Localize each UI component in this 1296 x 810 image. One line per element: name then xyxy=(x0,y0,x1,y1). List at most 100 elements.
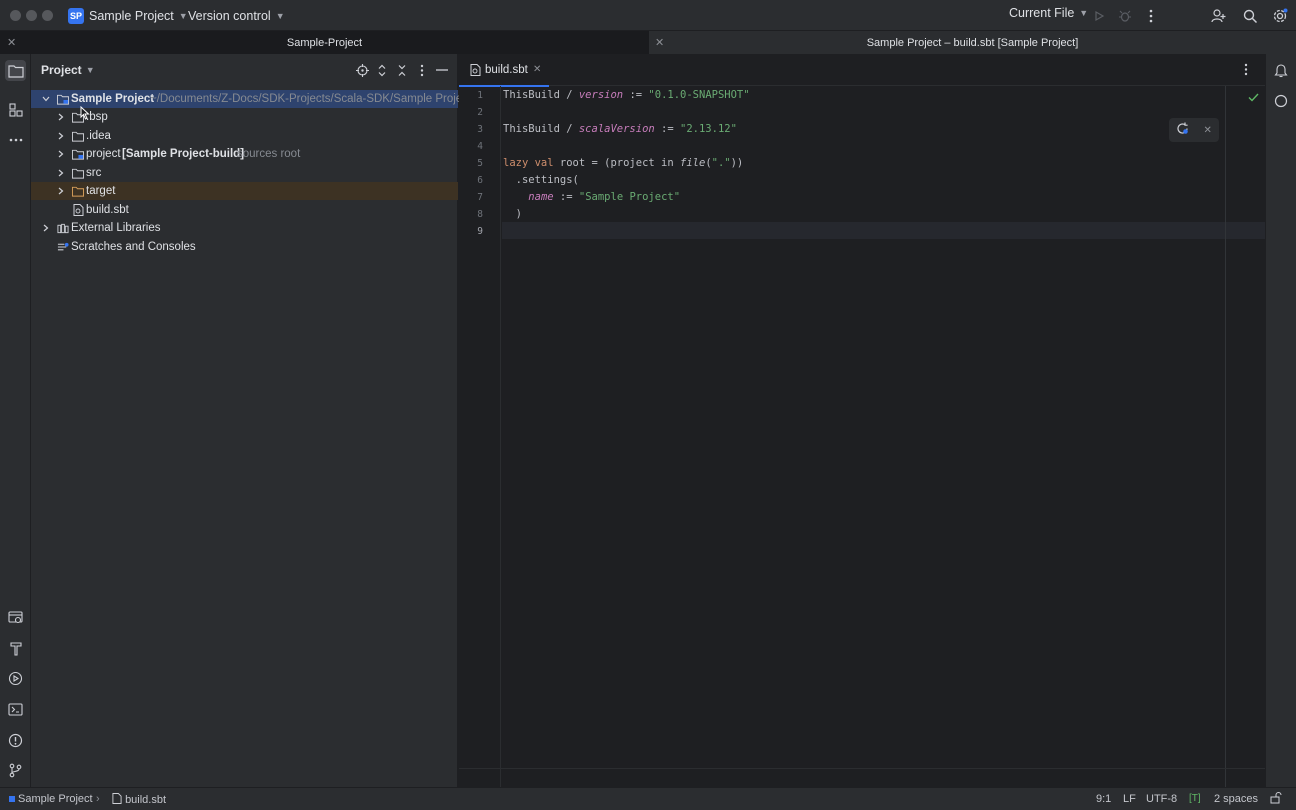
locate-file-icon[interactable] xyxy=(354,62,370,78)
tree-row-external-libraries[interactable]: External Libraries xyxy=(31,219,458,237)
sbt-file-icon xyxy=(72,204,84,216)
chevron-right-icon[interactable] xyxy=(56,132,66,140)
expand-all-icon[interactable] xyxy=(374,62,390,78)
tree-label: src xyxy=(86,167,102,179)
tree-row-idea[interactable]: .idea xyxy=(31,127,458,145)
indent-setting[interactable]: 2 spaces xyxy=(1214,793,1258,805)
tree-row-build-sbt[interactable]: build.sbt xyxy=(31,201,458,219)
code-line-7[interactable]: name := "Sample Project" xyxy=(503,191,680,203)
tree-hint: sources root xyxy=(237,148,301,160)
code-line-6[interactable]: .settings( xyxy=(503,174,579,186)
add-user-icon[interactable] xyxy=(1210,7,1228,25)
build-hammer-icon[interactable] xyxy=(5,638,26,659)
file-encoding[interactable]: UTF-8 xyxy=(1146,793,1177,805)
chevron-right-icon[interactable] xyxy=(56,113,66,121)
close-icon[interactable]: ✕ xyxy=(533,64,541,75)
tree-row-target[interactable]: target xyxy=(31,182,458,200)
scratches-icon xyxy=(57,241,69,253)
terminal-icon[interactable] xyxy=(5,699,26,720)
module-folder-icon xyxy=(57,93,69,105)
tree-row-src[interactable]: src xyxy=(31,164,458,182)
line-number: 6 xyxy=(477,175,483,186)
close-icon[interactable]: ✕ xyxy=(7,36,16,49)
close-icon[interactable]: ✕ xyxy=(1203,125,1211,136)
project-switcher[interactable]: SP Sample Project ▼ xyxy=(68,6,188,25)
run-config-label: Current File xyxy=(1009,6,1075,20)
debug-icon[interactable] xyxy=(1116,7,1134,25)
sbt-reload-toolbar: ✕ xyxy=(1169,118,1219,142)
chevron-down-icon: ▼ xyxy=(1079,8,1089,18)
window-tab-sample-project[interactable]: ✕ Sample-Project xyxy=(0,31,649,54)
run-config-selector[interactable]: Current File ▼ xyxy=(1009,6,1088,20)
window-close-button[interactable] xyxy=(10,10,21,21)
close-icon[interactable]: ✕ xyxy=(655,36,664,49)
tree-label: target xyxy=(86,185,116,197)
breadcrumb-file[interactable]: build.sbt xyxy=(112,793,166,806)
no-problems-check-icon[interactable] xyxy=(1248,91,1259,105)
project-panel-header: Project ▼ xyxy=(31,54,458,86)
right-tool-strip xyxy=(1265,54,1296,787)
line-number: 2 xyxy=(477,107,483,118)
more-vertical-icon[interactable] xyxy=(1244,63,1248,79)
code-line-5[interactable]: lazy val root = (project in file(".")) xyxy=(503,157,743,169)
chevron-right-icon[interactable] xyxy=(56,187,66,195)
window-minimize-button[interactable] xyxy=(26,10,37,21)
caret-position[interactable]: 9:1 xyxy=(1096,793,1111,805)
more-vertical-icon[interactable] xyxy=(1142,7,1160,25)
window-tabs: ✕ Sample-Project ✕ Sample Project – buil… xyxy=(0,31,1296,54)
project-panel-title: Project xyxy=(41,63,82,77)
window-tab-label: Sample-Project xyxy=(286,36,363,49)
tree-row-scratches[interactable]: Scratches and Consoles xyxy=(31,238,458,256)
line-number-gutter[interactable]: 1 2 3 4 5 6 7 8 9 xyxy=(459,86,501,787)
folder-icon xyxy=(72,130,84,142)
hide-panel-icon[interactable] xyxy=(434,62,450,78)
chevron-right-icon[interactable] xyxy=(41,224,51,232)
search-icon[interactable] xyxy=(1241,7,1259,25)
tree-label: Scratches and Consoles xyxy=(71,241,196,253)
tree-row-bsp[interactable]: .bsp xyxy=(31,108,458,126)
module-icon xyxy=(9,796,15,802)
tree-label: build.sbt xyxy=(86,204,129,216)
more-horizontal-icon[interactable] xyxy=(5,129,26,150)
project-folder-icon[interactable] xyxy=(5,60,26,81)
chevron-right-icon[interactable] xyxy=(56,150,66,158)
sbt-file-icon xyxy=(470,64,481,79)
editor-tabs: build.sbt ✕ xyxy=(459,54,1265,87)
git-branch-icon[interactable] xyxy=(5,760,26,781)
reload-sbt-icon[interactable] xyxy=(1176,122,1189,138)
code-line-1[interactable]: ThisBuild / version := "0.1.0-SNAPSHOT" xyxy=(503,89,750,101)
readonly-lock-icon[interactable] xyxy=(1270,792,1282,807)
run-icon[interactable] xyxy=(1090,7,1108,25)
structure-icon[interactable] xyxy=(5,99,26,120)
more-vertical-icon[interactable] xyxy=(414,62,430,78)
window-tab-build-sbt[interactable]: ✕ Sample Project – build.sbt [Sample Pro… xyxy=(649,31,1296,54)
project-view-selector[interactable]: Project ▼ xyxy=(41,63,95,77)
left-tool-strip xyxy=(0,54,31,787)
excluded-folder-icon xyxy=(72,185,84,197)
chevron-right-icon[interactable] xyxy=(56,169,66,177)
problems-icon[interactable] xyxy=(5,730,26,751)
code-line-8[interactable]: ) xyxy=(503,208,522,220)
services-icon[interactable] xyxy=(5,607,26,628)
module-folder-icon xyxy=(72,148,84,160)
collapse-all-icon[interactable] xyxy=(394,62,410,78)
code-line-3[interactable]: ThisBuild / scalaVersion := "2.13.12" xyxy=(503,123,737,135)
settings-gear-icon[interactable] xyxy=(1271,7,1289,25)
notifications-bell-icon[interactable] xyxy=(1274,63,1288,81)
type-aware-highlighting-icon[interactable]: [T] xyxy=(1189,793,1201,804)
vcs-widget[interactable]: Version control ▼ xyxy=(188,6,285,25)
window-zoom-button[interactable] xyxy=(42,10,53,21)
horizontal-scrollbar[interactable] xyxy=(459,768,1265,787)
line-separator[interactable]: LF xyxy=(1123,793,1136,805)
tree-row-project-build[interactable]: project [Sample Project-build] sources r… xyxy=(31,145,458,163)
breadcrumb-separator-icon: › xyxy=(96,793,100,805)
ai-assistant-icon[interactable] xyxy=(1274,94,1288,111)
run-services-icon[interactable] xyxy=(5,668,26,689)
breadcrumb-project[interactable]: Sample Project xyxy=(9,793,93,805)
line-number: 8 xyxy=(477,209,483,220)
chevron-down-icon[interactable] xyxy=(41,96,51,102)
current-line-highlight xyxy=(502,222,1265,239)
editor-tab-build-sbt[interactable]: build.sbt ✕ xyxy=(459,54,549,87)
tree-label: .idea xyxy=(86,130,111,142)
tree-row-sample-project[interactable]: Sample Project ~/Documents/Z-Docs/SDK-Pr… xyxy=(31,90,471,108)
